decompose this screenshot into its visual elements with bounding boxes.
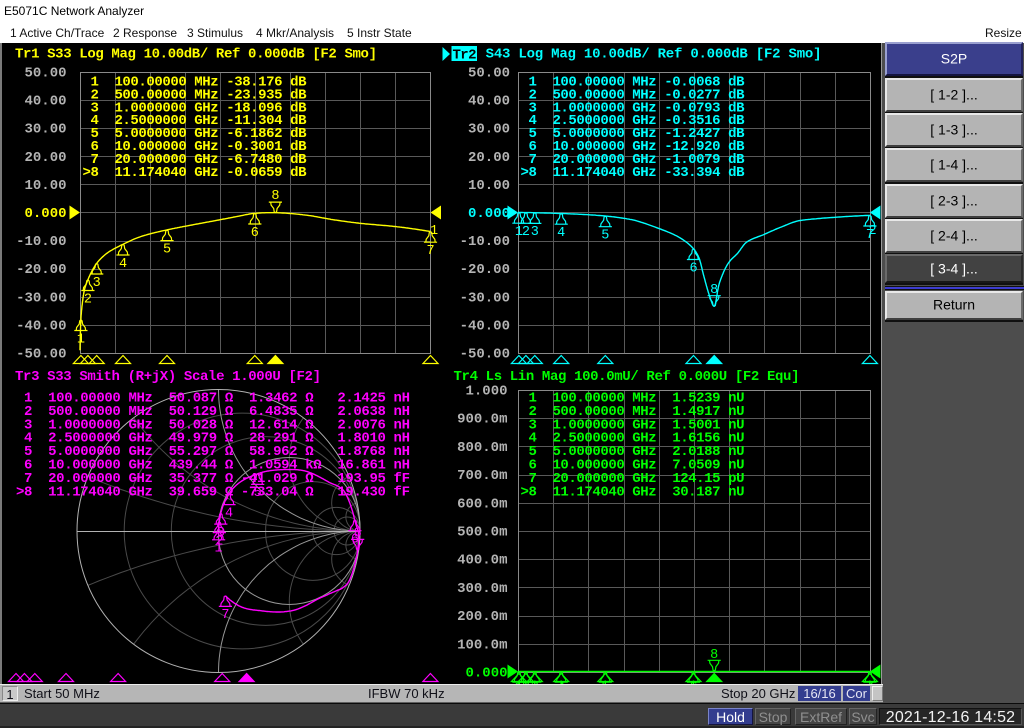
svg-text:2: 2 [84, 292, 92, 307]
svg-text:5: 5 [601, 229, 609, 244]
svg-text:100.0m: 100.0m [457, 637, 507, 653]
svg-text:-50.00: -50.00 [16, 347, 66, 363]
svg-text:7: 7 [221, 608, 229, 623]
svg-text:3: 3 [93, 276, 101, 291]
svg-text:Tr2: Tr2 [453, 48, 477, 64]
svg-text:10.00: 10.00 [468, 178, 510, 194]
svg-text:300.0m: 300.0m [457, 581, 507, 597]
svg-text:-30.00: -30.00 [16, 290, 66, 306]
svg-text:3: 3 [531, 225, 539, 240]
svg-text:20.00: 20.00 [24, 150, 66, 166]
svg-text:1.000: 1.000 [465, 384, 507, 400]
svg-text:30.00: 30.00 [24, 122, 66, 138]
svg-text:>8 11.174040 GHz 39.659 Ω -7: >8 11.174040 GHz 39.659 Ω -733.04 Ω 19.4… [16, 484, 410, 500]
svg-text:600.0m: 600.0m [457, 496, 507, 512]
svg-text:20.00: 20.00 [468, 150, 510, 166]
svg-text:200.0m: 200.0m [457, 609, 507, 625]
svg-text:8: 8 [710, 283, 718, 298]
svg-text:8: 8 [710, 648, 718, 663]
svg-text:5: 5 [163, 242, 171, 257]
svg-text:-30.00: -30.00 [460, 290, 510, 306]
svg-text:8: 8 [271, 189, 279, 204]
svg-text:5: 5 [254, 486, 262, 501]
svg-text:1: 1 [77, 332, 85, 347]
svg-text:0.000: 0.000 [24, 206, 66, 222]
svg-text:8: 8 [354, 527, 362, 542]
svg-text:0.000: 0.000 [468, 206, 510, 222]
svg-text:0.000: 0.000 [465, 666, 507, 682]
svg-text:-20.00: -20.00 [460, 262, 510, 278]
svg-text:30.00: 30.00 [468, 122, 510, 138]
svg-text:500.0m: 500.0m [457, 525, 507, 541]
svg-text:10.00: 10.00 [24, 178, 66, 194]
svg-text:50.00: 50.00 [24, 66, 66, 82]
svg-text:-10.00: -10.00 [16, 234, 66, 250]
svg-text:4: 4 [557, 226, 565, 241]
svg-text:40.00: 40.00 [24, 94, 66, 110]
svg-text:>8 11.174040 GHz -0.0659 dB: >8 11.174040 GHz -0.0659 dB [83, 165, 308, 181]
svg-text:-20.00: -20.00 [16, 262, 66, 278]
svg-text:-40.00: -40.00 [460, 318, 510, 334]
svg-text:50.00: 50.00 [468, 66, 510, 82]
svg-text:-40.00: -40.00 [16, 318, 66, 334]
svg-text:3: 3 [217, 526, 225, 541]
svg-text:7: 7 [426, 244, 434, 259]
svg-text:>8 11.174040 GHz -33.394 dB: >8 11.174040 GHz -33.394 dB [521, 165, 746, 181]
svg-text:Tr1 S33 Log Mag 10.00dB/ Ref 0: Tr1 S33 Log Mag 10.00dB/ Ref 0.000dB [F2… [15, 47, 377, 63]
svg-text:900.0m: 900.0m [457, 412, 507, 428]
svg-text:800.0m: 800.0m [457, 440, 507, 456]
svg-text:700.0m: 700.0m [457, 468, 507, 484]
svg-text:>8 11.174040 GHz 30.187 nU: >8 11.174040 GHz 30.187 nU [521, 484, 745, 500]
svg-text:S43 Log Mag 10.00dB/ Ref 0.000: S43 Log Mag 10.00dB/ Ref 0.000dB [F2 Smo… [478, 47, 822, 63]
svg-text:40.00: 40.00 [468, 94, 510, 110]
svg-text:-50.00: -50.00 [460, 347, 510, 363]
svg-text:-10.00: -10.00 [460, 234, 510, 250]
svg-text:400.0m: 400.0m [457, 553, 507, 569]
svg-text:6: 6 [689, 261, 697, 276]
svg-text:Tr3 S33 Smith (R+jX) Scale 1.0: Tr3 S33 Smith (R+jX) Scale 1.000U [F2] [15, 369, 321, 385]
svg-text:4: 4 [225, 506, 233, 521]
svg-text:7: 7 [866, 228, 874, 243]
svg-text:Tr4 Ls Lin Mag 100.0mU/ Ref 0.: Tr4 Ls Lin Mag 100.0mU/ Ref 0.000U [F2 E… [454, 369, 800, 385]
svg-text:2: 2 [522, 225, 530, 240]
svg-text:6: 6 [251, 226, 259, 241]
svg-text:4: 4 [119, 257, 127, 272]
